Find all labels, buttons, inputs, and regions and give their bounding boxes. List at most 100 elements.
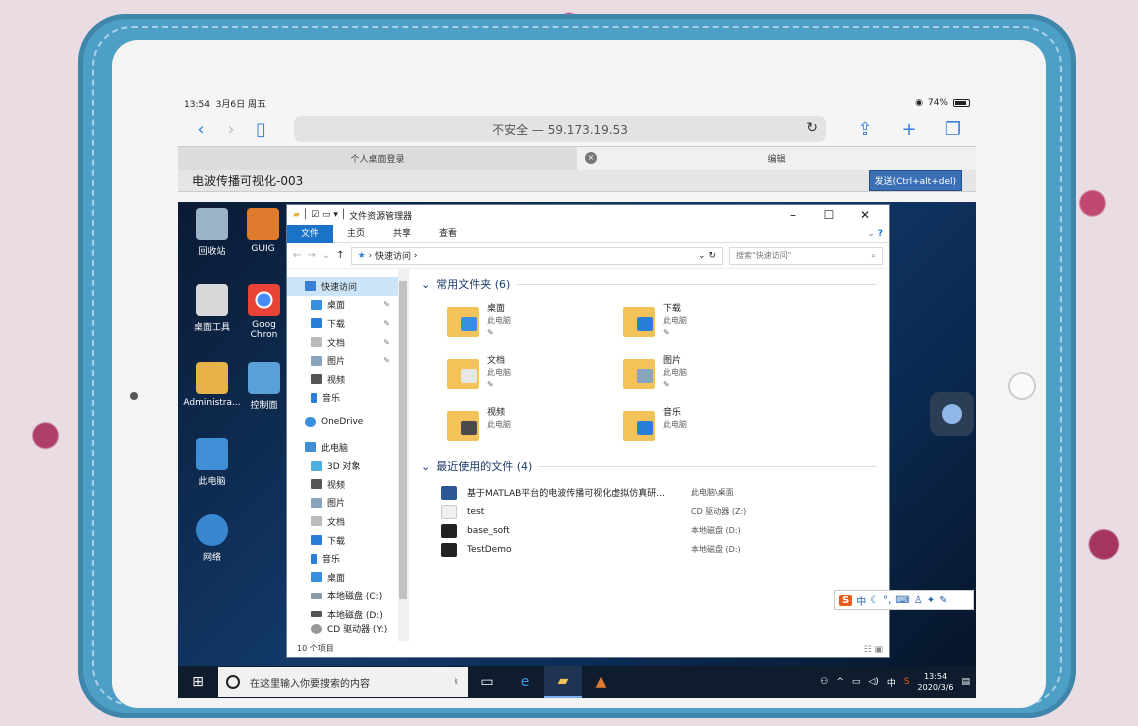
share-icon[interactable]: ⇪ bbox=[850, 119, 880, 140]
refresh-icon[interactable]: ↻ bbox=[708, 251, 716, 261]
folder-music[interactable]: 音乐 此电脑 bbox=[623, 407, 799, 449]
expand-ribbon-icon[interactable]: ⌄ ? bbox=[867, 229, 889, 239]
recent-files-header[interactable]: ⌄ 最近使用的文件 (4) bbox=[421, 455, 877, 477]
explorer-address-bar[interactable]: ★ › 快速访问 › ⌄ ↻ bbox=[350, 246, 723, 265]
ime-tray-indicator[interactable]: 中 bbox=[887, 676, 896, 689]
windows-start-icon[interactable]: ⊞ bbox=[178, 674, 218, 690]
view-toggle-icons[interactable]: ☷ ▣ bbox=[864, 645, 883, 655]
ribbon-tab-file[interactable]: 文件 bbox=[287, 224, 334, 243]
folder-documents[interactable]: 文档 此电脑 ✎ bbox=[447, 355, 623, 397]
ime-toolbar[interactable]: S 中 ☾ °, ⌨ ♙ ✦ ✎ bbox=[834, 590, 974, 610]
nav-pictures[interactable]: 图片 ✎ bbox=[287, 351, 408, 370]
bookmarks-icon[interactable]: ▯ bbox=[246, 119, 276, 140]
desktop-icon-network[interactable]: 网络 bbox=[180, 514, 244, 563]
user-icon[interactable]: ♙ bbox=[914, 595, 923, 606]
frequent-folders-header[interactable]: ⌄ 常用文件夹 (6) bbox=[421, 273, 877, 295]
nav-scrollbar[interactable] bbox=[398, 269, 408, 641]
desktop-icon-this-pc[interactable]: 此电脑 bbox=[180, 438, 244, 487]
punctuation-icon[interactable]: °, bbox=[883, 595, 891, 606]
ribbon-tab-view[interactable]: 查看 bbox=[425, 225, 471, 243]
matlab-taskbar-icon[interactable]: ▲ bbox=[582, 666, 620, 698]
task-view-icon[interactable]: ▭ bbox=[468, 666, 506, 698]
moon-icon[interactable]: ☾ bbox=[870, 595, 879, 606]
download-icon bbox=[311, 535, 322, 546]
tab-login[interactable]: 个人桌面登录 bbox=[178, 147, 577, 170]
network-tray-icon[interactable]: ▭ bbox=[852, 677, 861, 687]
history-dropdown-icon[interactable]: ⌄ bbox=[322, 250, 330, 261]
edge-icon[interactable]: e bbox=[506, 666, 544, 698]
up-arrow-icon[interactable]: ↑ bbox=[336, 250, 344, 261]
desktop-icon-control-panel[interactable]: 控制面 bbox=[242, 362, 286, 411]
nav-this-pc[interactable]: 此电脑 bbox=[287, 438, 408, 457]
reload-icon[interactable]: ↻ bbox=[806, 120, 818, 136]
folder-desktop[interactable]: 桌面 此电脑 ✎ bbox=[447, 303, 623, 345]
nav-pc-pictures[interactable]: 图片 bbox=[287, 494, 408, 513]
recent-file-row[interactable]: 基于MATLAB平台的电波传播可视化虚拟仿真研... 此电脑\桌面 bbox=[441, 483, 877, 502]
nav-videos[interactable]: 视频 bbox=[287, 370, 408, 389]
forward-arrow-icon[interactable]: → bbox=[307, 250, 315, 261]
address-bar[interactable]: 不安全 — 59.173.19.53 ↻ bbox=[294, 116, 826, 142]
close-icon[interactable]: × bbox=[585, 152, 597, 164]
minimize-icon[interactable]: – bbox=[775, 208, 811, 222]
nav-music[interactable]: 音乐 bbox=[287, 389, 408, 408]
back-icon[interactable]: ‹ bbox=[186, 119, 216, 140]
assistive-touch-button[interactable] bbox=[930, 392, 974, 436]
recent-file-row[interactable]: TestDemo 本地磁盘 (D:) bbox=[441, 540, 877, 559]
quick-access-dropdown-icon[interactable]: ▾ bbox=[333, 210, 338, 220]
keyboard-icon[interactable]: ⌨ bbox=[895, 595, 909, 606]
notifications-icon[interactable]: ▤ bbox=[961, 677, 970, 687]
back-arrow-icon[interactable]: ← bbox=[293, 250, 301, 261]
new-folder-icon[interactable]: ▭ bbox=[322, 210, 331, 220]
forward-icon[interactable]: › bbox=[216, 119, 246, 140]
nav-pc-downloads[interactable]: 下载 bbox=[287, 531, 408, 550]
desktop-icon-chrome[interactable]: Goog Chron bbox=[242, 284, 286, 340]
tray-expand-icon[interactable]: ^ bbox=[836, 677, 844, 687]
new-tab-icon[interactable]: + bbox=[894, 119, 924, 140]
nav-drive-d[interactable]: 本地磁盘 (D:) bbox=[287, 605, 408, 624]
ribbon-tab-share[interactable]: 共享 bbox=[379, 225, 425, 243]
nav-downloads[interactable]: 下载 ✎ bbox=[287, 314, 408, 333]
volume-icon[interactable]: ◁) bbox=[868, 677, 878, 687]
tabs-icon[interactable]: ❐ bbox=[938, 119, 968, 140]
nav-pc-music[interactable]: 音乐 bbox=[287, 549, 408, 568]
close-icon[interactable]: ✕ bbox=[847, 208, 883, 222]
nav-drive-c[interactable]: 本地磁盘 (C:) bbox=[287, 587, 408, 606]
taskbar-search-input[interactable]: 在这里输入你要搜索的内容 ♮ bbox=[218, 667, 468, 697]
scrollbar-thumb[interactable] bbox=[399, 281, 407, 599]
sogou-tray-icon[interactable]: S bbox=[904, 677, 910, 687]
desktop-icon-recycle-bin[interactable]: 回收站 bbox=[180, 208, 244, 257]
desktop-icon-guig[interactable]: GUIG bbox=[240, 208, 286, 254]
nav-quick-access[interactable]: 快速访问 bbox=[287, 277, 408, 296]
people-icon[interactable]: ⚇ bbox=[820, 677, 828, 687]
send-ctrl-alt-del-button[interactable]: 发送(Ctrl+alt+del) bbox=[868, 170, 962, 191]
nav-3d-objects[interactable]: 3D 对象 bbox=[287, 456, 408, 475]
ribbon-tab-home[interactable]: 主页 bbox=[333, 225, 379, 243]
tab-edit[interactable]: × 编辑 bbox=[577, 147, 976, 170]
folder-downloads[interactable]: 下载 此电脑 ✎ bbox=[623, 303, 799, 345]
wrench-icon[interactable]: ✎ bbox=[939, 595, 947, 606]
desktop-icon-tools[interactable]: 桌面工具 bbox=[180, 284, 244, 333]
microphone-icon[interactable]: ♮ bbox=[454, 677, 458, 688]
icon-label: Goog Chron bbox=[250, 320, 278, 340]
properties-icon[interactable]: ☑ bbox=[311, 210, 319, 220]
skin-icon[interactable]: ✦ bbox=[927, 595, 935, 606]
recent-file-row[interactable]: test CD 驱动器 (Z:) bbox=[441, 502, 877, 521]
nav-desktop[interactable]: 桌面 ✎ bbox=[287, 296, 408, 315]
home-button[interactable] bbox=[1008, 372, 1036, 400]
ime-mode[interactable]: 中 bbox=[856, 593, 866, 608]
nav-documents[interactable]: 文档 ✎ bbox=[287, 333, 408, 352]
nav-pc-videos[interactable]: 视频 bbox=[287, 475, 408, 494]
taskbar-clock[interactable]: 13:54 2020/3/6 bbox=[918, 671, 954, 693]
file-explorer-taskbar-icon[interactable]: ▰ bbox=[544, 666, 582, 698]
nav-cd-drive[interactable]: CD 驱动器 (Y:) bbox=[287, 623, 408, 634]
address-dropdown-icon[interactable]: ⌄ bbox=[698, 251, 706, 261]
folder-pictures[interactable]: 图片 此电脑 ✎ bbox=[623, 355, 799, 397]
recent-file-row[interactable]: base_soft 本地磁盘 (D:) bbox=[441, 521, 877, 540]
nav-onedrive[interactable]: OneDrive bbox=[287, 413, 408, 432]
nav-pc-documents[interactable]: 文档 bbox=[287, 512, 408, 531]
desktop-icon-admin[interactable]: Administra... bbox=[180, 362, 244, 408]
explorer-search-input[interactable]: 搜索"快速访问" ⌕ bbox=[729, 246, 883, 265]
maximize-icon[interactable]: ☐ bbox=[811, 208, 847, 222]
nav-pc-desktop[interactable]: 桌面 bbox=[287, 568, 408, 587]
folder-videos[interactable]: 视频 此电脑 bbox=[447, 407, 623, 449]
